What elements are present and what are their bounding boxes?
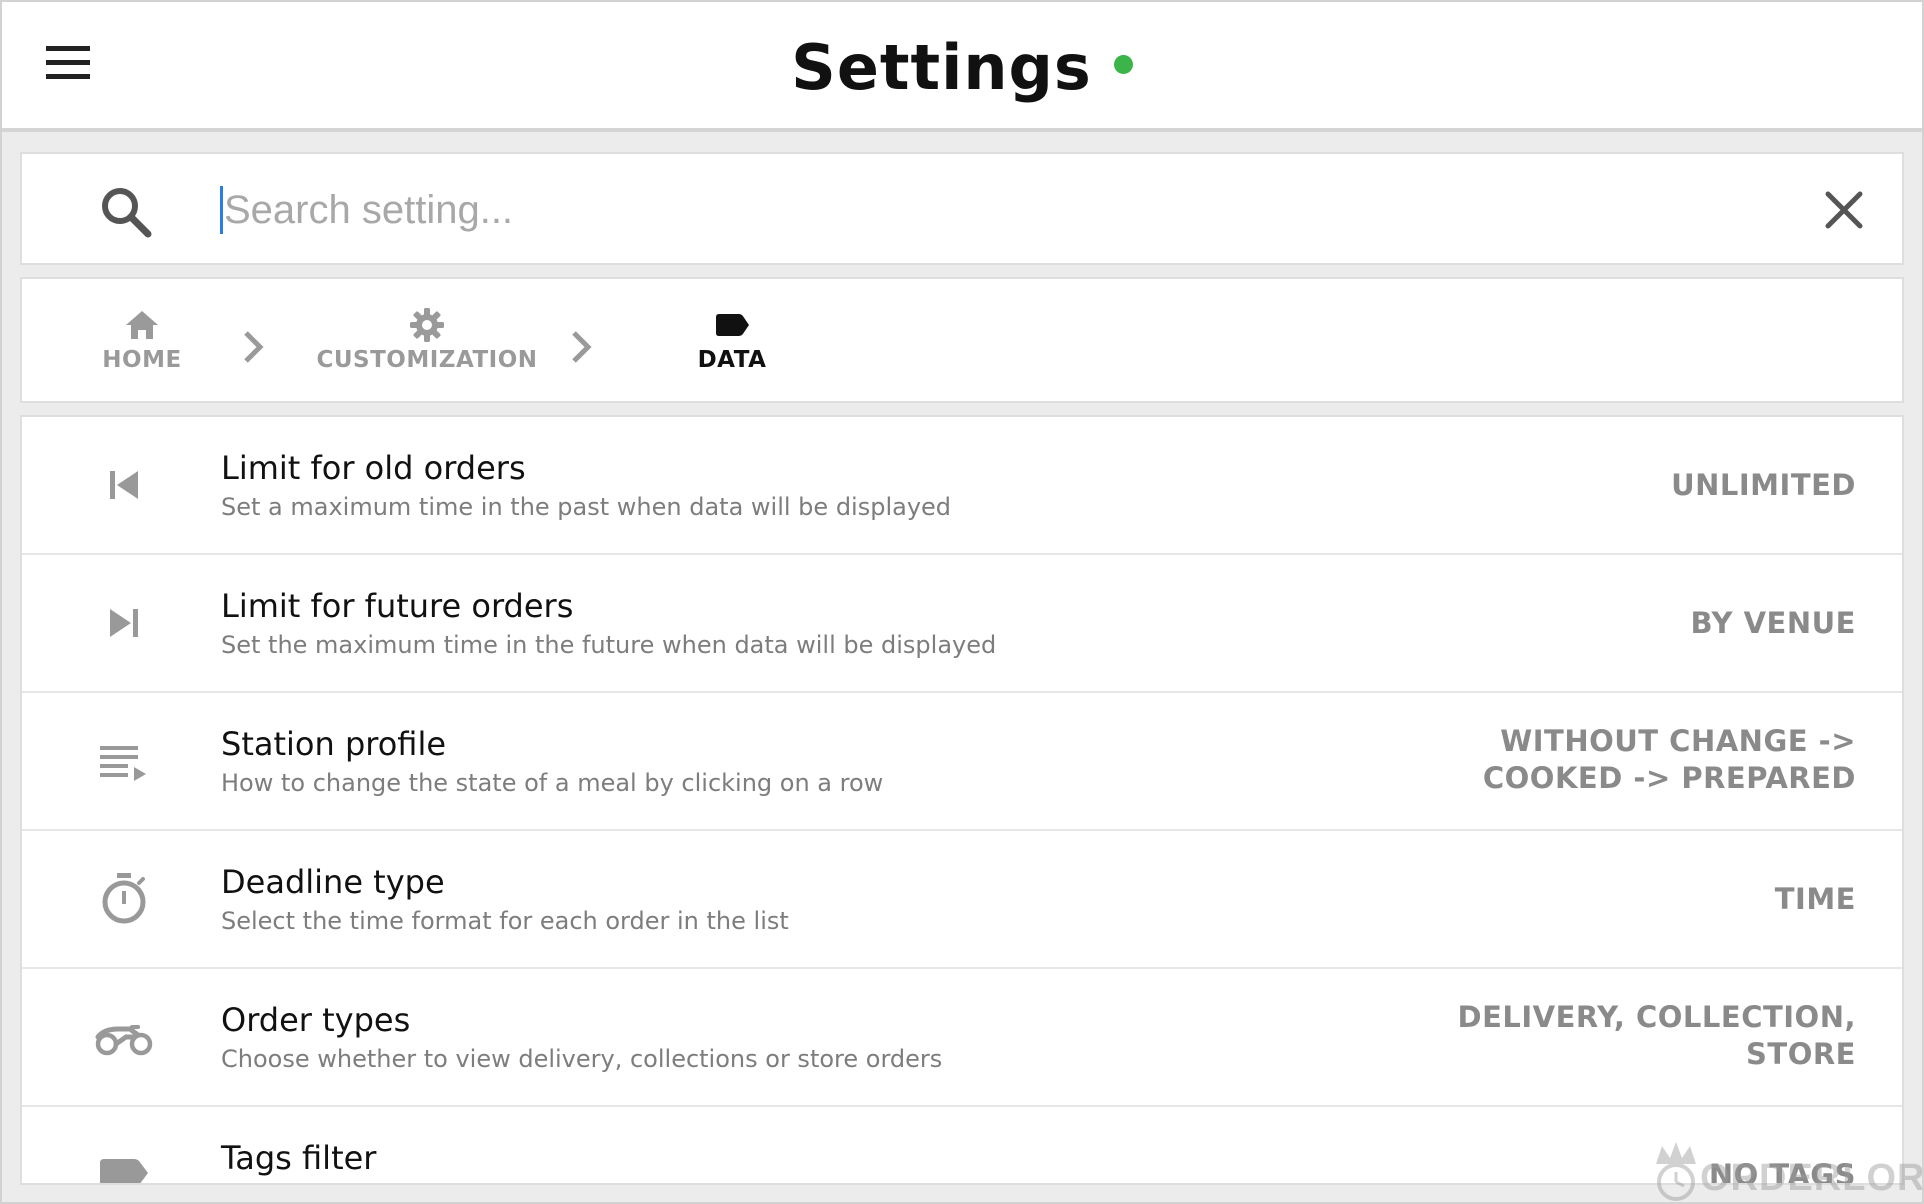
setting-title: Tags filter xyxy=(221,1139,377,1177)
setting-row-station-profile[interactable]: Station profile How to change the state … xyxy=(22,693,1902,831)
setting-value-line: WITHOUT CHANGE -> xyxy=(1500,724,1856,758)
playlist-play-icon xyxy=(100,746,146,781)
setting-row-tags-filter[interactable]: Tags filter NO TAGS xyxy=(22,1107,1902,1183)
setting-description: Set the maximum time in the future when … xyxy=(221,631,997,659)
search-icon[interactable] xyxy=(96,184,156,240)
setting-description: Set a maximum time in the past when data… xyxy=(221,493,952,521)
setting-value-line: STORE xyxy=(1746,1037,1856,1071)
setting-value-line: COOKED -> PREPARED xyxy=(1482,761,1856,795)
setting-value-line: BY VENUE xyxy=(1690,606,1856,640)
breadcrumb-label: HOME xyxy=(102,347,182,373)
gear-icon xyxy=(410,308,444,342)
breadcrumb-data[interactable]: DATA xyxy=(662,305,802,373)
close-icon[interactable] xyxy=(1818,184,1870,236)
app-header: Settings xyxy=(2,2,1922,132)
motorbike-icon xyxy=(95,1025,153,1056)
home-icon xyxy=(126,311,158,339)
setting-value: TIME xyxy=(1775,881,1856,918)
breadcrumb-home[interactable]: HOME xyxy=(82,305,202,373)
settings-list: Limit for old orders Set a maximum time … xyxy=(20,415,1904,1185)
skip-previous-icon xyxy=(110,471,138,499)
setting-description: How to change the state of a meal by cli… xyxy=(221,769,884,797)
setting-description: Select the time format for each order in… xyxy=(221,907,789,935)
setting-value-line: UNLIMITED xyxy=(1671,468,1856,502)
setting-title: Deadline type xyxy=(221,863,445,901)
text-caret xyxy=(220,186,223,234)
setting-row-future-orders[interactable]: Limit for future orders Set the maximum … xyxy=(22,555,1902,693)
skip-next-icon xyxy=(110,609,138,637)
setting-value: UNLIMITED xyxy=(1671,467,1856,504)
setting-title: Station profile xyxy=(221,725,447,763)
timer-icon xyxy=(102,873,146,924)
connection-status-dot xyxy=(1113,54,1133,74)
tag-icon xyxy=(716,314,749,336)
chevron-right-icon xyxy=(572,331,592,363)
orderlord-watermark: ORDERLORD xyxy=(1644,1134,1924,1204)
chevron-right-icon xyxy=(244,331,264,363)
setting-row-deadline-type[interactable]: Deadline type Select the time format for… xyxy=(22,831,1902,969)
setting-row-old-orders[interactable]: Limit for old orders Set a maximum time … xyxy=(22,417,1902,555)
search-input[interactable] xyxy=(218,178,1724,242)
setting-value: BY VENUE xyxy=(1691,605,1857,642)
breadcrumb-label: DATA xyxy=(697,347,767,373)
watermark-text: ORDERLORD xyxy=(1700,1157,1924,1199)
setting-title: Limit for future orders xyxy=(221,587,574,625)
page-title: Settings xyxy=(791,31,1092,104)
crown-clock-logo-icon xyxy=(1656,1142,1696,1201)
tag-icon xyxy=(100,1159,148,1183)
setting-title: Limit for old orders xyxy=(221,449,526,487)
setting-title: Order types xyxy=(221,1001,411,1039)
setting-value: DELIVERY, COLLECTION, STORE xyxy=(1458,999,1856,1073)
breadcrumb: HOME CUSTOMIZATION DATA xyxy=(20,277,1904,403)
setting-value-line: DELIVERY, COLLECTION, xyxy=(1457,1000,1856,1034)
search-bar xyxy=(20,152,1904,265)
setting-value: WITHOUT CHANGE -> COOKED -> PREPARED xyxy=(1483,723,1856,797)
breadcrumb-label: CUSTOMIZATION xyxy=(316,347,538,373)
setting-value-line: TIME xyxy=(1774,882,1856,916)
title-wrap: Settings xyxy=(2,28,1922,108)
setting-description: Choose whether to view delivery, collect… xyxy=(221,1045,943,1073)
breadcrumb-customization[interactable]: CUSTOMIZATION xyxy=(302,305,552,373)
setting-row-order-types[interactable]: Order types Choose whether to view deliv… xyxy=(22,969,1902,1107)
